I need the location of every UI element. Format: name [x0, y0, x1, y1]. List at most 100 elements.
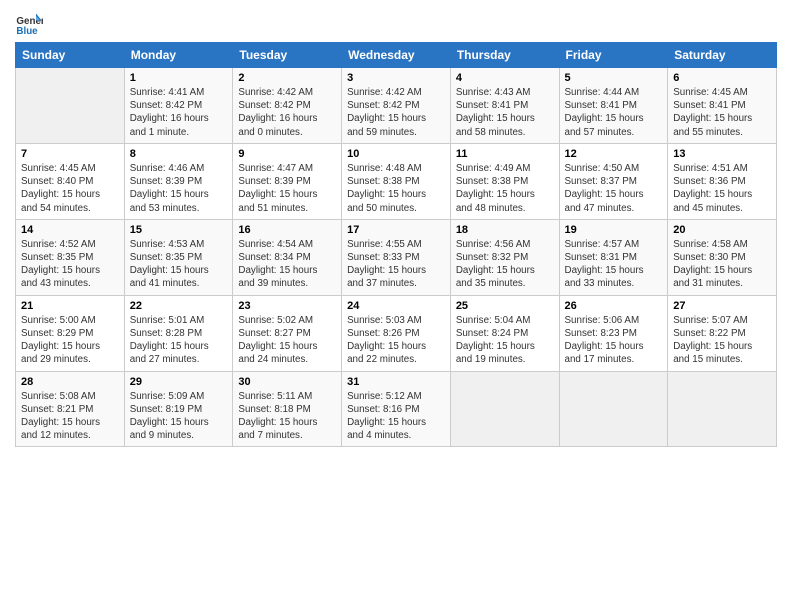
day-info: Sunrise: 4:54 AM Sunset: 8:34 PM Dayligh… — [238, 238, 336, 291]
day-number: 19 — [565, 224, 663, 236]
day-cell: 2Sunrise: 4:42 AM Sunset: 8:42 PM Daylig… — [233, 68, 342, 144]
day-number: 12 — [565, 148, 663, 160]
day-cell: 3 Sunrise: 4:42 AM Sunset: 8:42 PM Daylig… — [342, 68, 451, 144]
day-cell: 22 Sunrise: 5:01 AM Sunset: 8:28 PM Dayli… — [124, 295, 233, 371]
day-info: Sunrise: 4:42 AM Sunset: 8:42 PM Dayligh… — [347, 86, 445, 139]
day-info: Sunrise: 4:52 AM Sunset: 8:35 PM Dayligh… — [21, 238, 119, 291]
day-number: 4 — [456, 72, 554, 84]
day-info: Sunrise: 5:02 AM Sunset: 8:27 PM Dayligh… — [238, 314, 336, 367]
week-row-5: 28 Sunrise: 5:08 AM Sunset: 8:21 PM Dayli… — [16, 371, 777, 447]
day-info: Sunrise: 4:50 AM Sunset: 8:37 PM Dayligh… — [565, 162, 663, 215]
day-cell: 24Sunrise: 5:03 AM Sunset: 8:26 PM Dayli… — [342, 295, 451, 371]
day-number: 7 — [21, 148, 119, 160]
day-number: 10 — [347, 148, 445, 160]
day-cell: 28 Sunrise: 5:08 AM Sunset: 8:21 PM Dayli… — [16, 371, 125, 447]
day-cell: 15 Sunrise: 4:53 AM Sunset: 8:35 PM Dayli… — [124, 219, 233, 295]
day-info: Sunrise: 5:08 AM Sunset: 8:21 PM Dayligh… — [21, 390, 119, 443]
day-cell: 14 Sunrise: 4:52 AM Sunset: 8:35 PM Dayli… — [16, 219, 125, 295]
day-number: 31 — [347, 376, 445, 388]
day-info: Sunrise: 4:58 AM Sunset: 8:30 PM Dayligh… — [673, 238, 771, 291]
day-info: Sunrise: 5:04 AM Sunset: 8:24 PM Dayligh… — [456, 314, 554, 367]
day-info: Sunrise: 4:47 AM Sunset: 8:39 PM Dayligh… — [238, 162, 336, 215]
svg-text:Blue: Blue — [16, 26, 38, 37]
day-cell — [668, 371, 777, 447]
day-info: Sunrise: 4:43 AM Sunset: 8:41 PM Dayligh… — [456, 86, 554, 139]
day-number: 1 — [130, 72, 228, 84]
day-number: 28 — [21, 376, 119, 388]
day-cell: 27 Sunrise: 5:07 AM Sunset: 8:22 PM Dayli… — [668, 295, 777, 371]
day-cell: 18 Sunrise: 4:56 AM Sunset: 8:32 PM Dayli… — [450, 219, 559, 295]
day-number: 16 — [238, 224, 336, 236]
day-info: Sunrise: 5:03 AM Sunset: 8:26 PM Dayligh… — [347, 314, 445, 367]
day-number: 30 — [238, 376, 336, 388]
day-number: 25 — [456, 300, 554, 312]
day-info: Sunrise: 4:45 AM Sunset: 8:40 PM Dayligh… — [21, 162, 119, 215]
day-number: 5 — [565, 72, 663, 84]
day-number: 27 — [673, 300, 771, 312]
col-header-wednesday: Wednesday — [342, 43, 451, 68]
day-cell: 30 Sunrise: 5:11 AM Sunset: 8:18 PM Dayli… — [233, 371, 342, 447]
day-number: 14 — [21, 224, 119, 236]
week-row-2: 7 Sunrise: 4:45 AM Sunset: 8:40 PM Daylig… — [16, 143, 777, 219]
day-cell — [450, 371, 559, 447]
logo-icon: General Blue — [15, 10, 43, 38]
day-info: Sunrise: 5:12 AM Sunset: 8:16 PM Dayligh… — [347, 390, 445, 443]
day-info: Sunrise: 5:11 AM Sunset: 8:18 PM Dayligh… — [238, 390, 336, 443]
day-cell: 7 Sunrise: 4:45 AM Sunset: 8:40 PM Daylig… — [16, 143, 125, 219]
day-number: 18 — [456, 224, 554, 236]
day-info: Sunrise: 4:45 AM Sunset: 8:41 PM Dayligh… — [673, 86, 771, 139]
col-header-monday: Monday — [124, 43, 233, 68]
day-number: 26 — [565, 300, 663, 312]
day-cell: 31 Sunrise: 5:12 AM Sunset: 8:16 PM Dayli… — [342, 371, 451, 447]
day-cell: 8Sunrise: 4:46 AM Sunset: 8:39 PM Daylig… — [124, 143, 233, 219]
day-cell: 20 Sunrise: 4:58 AM Sunset: 8:30 PM Dayli… — [668, 219, 777, 295]
day-cell: 21 Sunrise: 5:00 AM Sunset: 8:29 PM Dayli… — [16, 295, 125, 371]
day-info: Sunrise: 5:07 AM Sunset: 8:22 PM Dayligh… — [673, 314, 771, 367]
day-info: Sunrise: 5:06 AM Sunset: 8:23 PM Dayligh… — [565, 314, 663, 367]
day-cell: 1 Sunrise: 4:41 AM Sunset: 8:42 PM Daylig… — [124, 68, 233, 144]
day-number: 21 — [21, 300, 119, 312]
day-number: 22 — [130, 300, 228, 312]
day-cell: 16 Sunrise: 4:54 AM Sunset: 8:34 PM Dayli… — [233, 219, 342, 295]
col-header-thursday: Thursday — [450, 43, 559, 68]
day-cell: 25 Sunrise: 5:04 AM Sunset: 8:24 PM Dayli… — [450, 295, 559, 371]
day-info: Sunrise: 5:01 AM Sunset: 8:28 PM Dayligh… — [130, 314, 228, 367]
week-row-4: 21 Sunrise: 5:00 AM Sunset: 8:29 PM Dayli… — [16, 295, 777, 371]
day-cell: 23 Sunrise: 5:02 AM Sunset: 8:27 PM Dayli… — [233, 295, 342, 371]
header-row-days: SundayMondayTuesdayWednesdayThursdayFrid… — [16, 43, 777, 68]
day-number: 11 — [456, 148, 554, 160]
day-cell — [559, 371, 668, 447]
day-info: Sunrise: 5:09 AM Sunset: 8:19 PM Dayligh… — [130, 390, 228, 443]
week-row-3: 14 Sunrise: 4:52 AM Sunset: 8:35 PM Dayli… — [16, 219, 777, 295]
col-header-sunday: Sunday — [16, 43, 125, 68]
day-cell: 17Sunrise: 4:55 AM Sunset: 8:33 PM Dayli… — [342, 219, 451, 295]
day-cell: 26 Sunrise: 5:06 AM Sunset: 8:23 PM Dayli… — [559, 295, 668, 371]
page-container: General Blue SundayMondayTuesdayWednesda… — [0, 0, 792, 457]
day-info: Sunrise: 5:00 AM Sunset: 8:29 PM Dayligh… — [21, 314, 119, 367]
day-number: 9 — [238, 148, 336, 160]
day-number: 3 — [347, 72, 445, 84]
day-number: 15 — [130, 224, 228, 236]
day-cell: 29 Sunrise: 5:09 AM Sunset: 8:19 PM Dayli… — [124, 371, 233, 447]
week-row-1: 1 Sunrise: 4:41 AM Sunset: 8:42 PM Daylig… — [16, 68, 777, 144]
day-cell: 5 Sunrise: 4:44 AM Sunset: 8:41 PM Daylig… — [559, 68, 668, 144]
day-cell: 6 Sunrise: 4:45 AM Sunset: 8:41 PM Daylig… — [668, 68, 777, 144]
col-header-saturday: Saturday — [668, 43, 777, 68]
day-number: 8 — [130, 148, 228, 160]
day-info: Sunrise: 4:49 AM Sunset: 8:38 PM Dayligh… — [456, 162, 554, 215]
day-cell: 4 Sunrise: 4:43 AM Sunset: 8:41 PM Daylig… — [450, 68, 559, 144]
day-number: 23 — [238, 300, 336, 312]
day-info: Sunrise: 4:57 AM Sunset: 8:31 PM Dayligh… — [565, 238, 663, 291]
day-number: 20 — [673, 224, 771, 236]
day-cell: 11 Sunrise: 4:49 AM Sunset: 8:38 PM Dayli… — [450, 143, 559, 219]
day-number: 13 — [673, 148, 771, 160]
day-info: Sunrise: 4:44 AM Sunset: 8:41 PM Dayligh… — [565, 86, 663, 139]
day-info: Sunrise: 4:55 AM Sunset: 8:33 PM Dayligh… — [347, 238, 445, 291]
day-info: Sunrise: 4:56 AM Sunset: 8:32 PM Dayligh… — [456, 238, 554, 291]
day-info: Sunrise: 4:41 AM Sunset: 8:42 PM Dayligh… — [130, 86, 228, 139]
day-info: Sunrise: 4:53 AM Sunset: 8:35 PM Dayligh… — [130, 238, 228, 291]
day-info: Sunrise: 4:51 AM Sunset: 8:36 PM Dayligh… — [673, 162, 771, 215]
day-cell: 12 Sunrise: 4:50 AM Sunset: 8:37 PM Dayli… — [559, 143, 668, 219]
day-number: 6 — [673, 72, 771, 84]
day-number: 29 — [130, 376, 228, 388]
